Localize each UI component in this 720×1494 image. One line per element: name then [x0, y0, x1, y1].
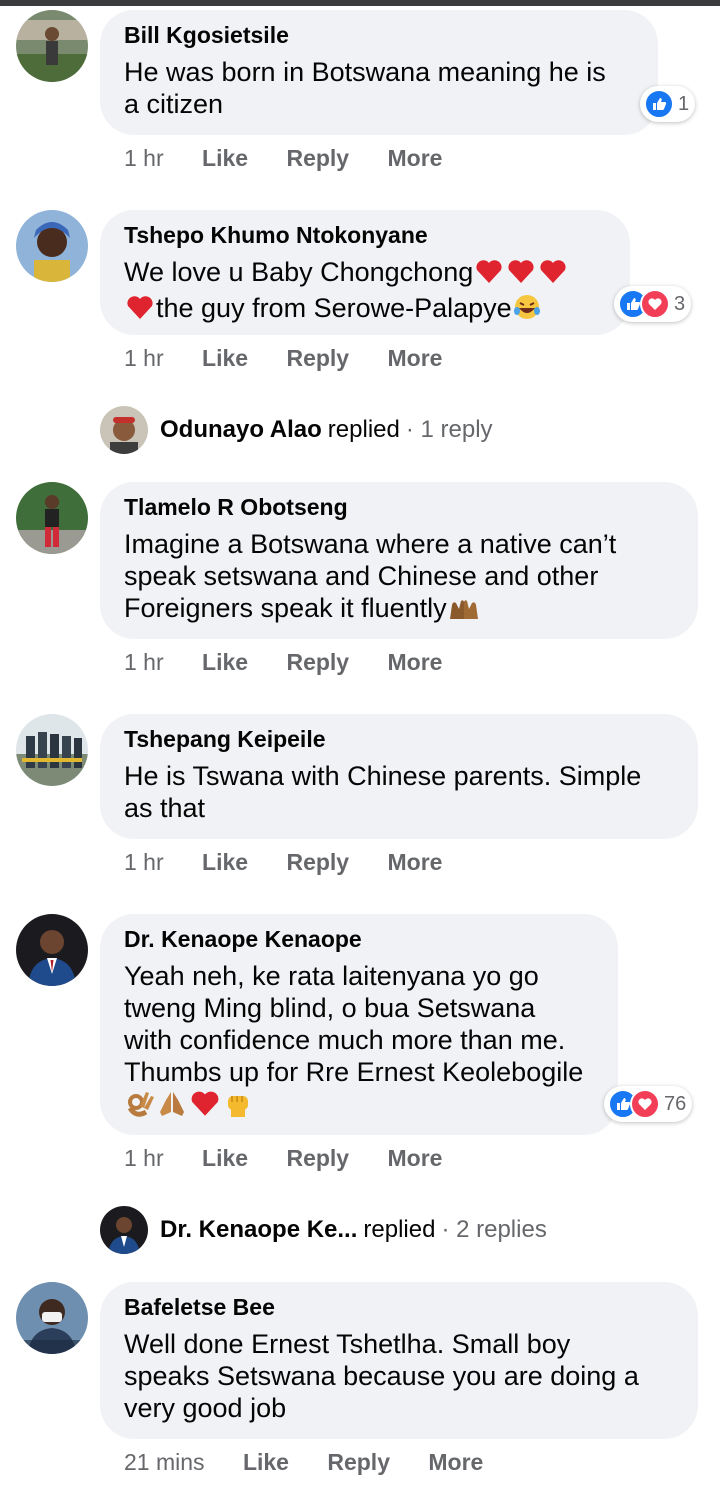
comment-time[interactable]: 1 hr	[124, 649, 164, 676]
comment-actions: 1 hr Like Reply More	[124, 145, 474, 172]
like-button[interactable]: Like	[202, 145, 248, 172]
comment-bubble: Dr. Kenaope Kenaope Yeah neh, ke rata la…	[100, 914, 618, 1135]
reaction-count: 1	[678, 92, 690, 115]
view-replies-link[interactable]: Dr. Kenaope Ke... replied · 2 replies	[100, 1206, 547, 1254]
comment-text: Yeah neh, ke rata laitenyana yo go tweng…	[124, 960, 594, 1125]
comment-author[interactable]: Tshepang Keipeile	[124, 726, 674, 752]
reply-count: · 1 reply	[405, 416, 493, 443]
reply-count: · 2 replies	[441, 1216, 547, 1243]
comment-text: Imagine a Botswana where a native can’t …	[124, 528, 674, 628]
comment-text-line: the guy from Serowe-Palapye	[156, 293, 512, 323]
reply-button[interactable]: Reply	[286, 1145, 349, 1172]
comment-time[interactable]: 1 hr	[124, 849, 164, 876]
ok-hand-emoji-icon	[124, 1088, 156, 1125]
comment-author[interactable]: Dr. Kenaope Kenaope	[124, 926, 594, 952]
heart-emoji-icon	[124, 293, 156, 328]
comment-bubble: Tshepang Keipeile He is Tswana with Chin…	[100, 714, 698, 839]
reply-button[interactable]: Reply	[286, 345, 349, 372]
reply-verb: replied	[327, 416, 400, 443]
comment-author[interactable]: Bafeletse Bee	[124, 1294, 674, 1320]
comment-actions: 21 mins Like Reply More	[124, 1449, 515, 1476]
reply-button[interactable]: Reply	[286, 849, 349, 876]
comment-author[interactable]: Bill Kgosietsile	[124, 22, 634, 48]
like-button[interactable]: Like	[202, 649, 248, 676]
reply-author: Dr. Kenaope Ke...	[160, 1216, 358, 1243]
like-reaction-icon	[644, 89, 674, 119]
comment-time[interactable]: 1 hr	[124, 1145, 164, 1172]
avatar[interactable]	[16, 210, 88, 282]
reaction-summary[interactable]: 1	[640, 86, 696, 122]
heart-emoji-icon	[188, 1088, 222, 1125]
comment-bubble: Bill Kgosietsile He was born in Botswana…	[100, 10, 658, 135]
comment-bubble: Tshepo Khumo Ntokonyane We love u Baby C…	[100, 210, 630, 335]
love-reaction-icon	[630, 1089, 660, 1119]
comment-time[interactable]: 1 hr	[124, 145, 164, 172]
avatar[interactable]	[16, 10, 88, 82]
comment-time[interactable]: 1 hr	[124, 345, 164, 372]
more-button[interactable]: More	[387, 649, 442, 676]
heart-emoji-icon	[473, 257, 569, 292]
like-button[interactable]: Like	[202, 1145, 248, 1172]
view-replies-link[interactable]: Odunayo Alao replied · 1 reply	[100, 406, 493, 454]
comment-text-line: We love u Baby Chongchong	[124, 257, 474, 287]
avatar	[100, 406, 148, 454]
comment-text: He was born in Botswana meaning he is a …	[124, 57, 606, 119]
more-button[interactable]: More	[428, 1449, 483, 1476]
comment-author[interactable]: Tshepo Khumo Ntokonyane	[124, 222, 606, 248]
like-button[interactable]: Like	[202, 849, 248, 876]
more-button[interactable]: More	[387, 849, 442, 876]
avatar[interactable]	[16, 1282, 88, 1354]
more-button[interactable]: More	[387, 345, 442, 372]
more-button[interactable]: More	[387, 145, 442, 172]
comment-time[interactable]: 21 mins	[124, 1449, 205, 1476]
comment-text-body: Imagine a Botswana where a native can’t …	[124, 529, 617, 623]
like-button[interactable]: Like	[202, 345, 248, 372]
comment-bubble: Tlamelo R Obotseng Imagine a Botswana wh…	[100, 482, 698, 639]
raised-hands-emoji-icon	[447, 595, 481, 628]
reply-button[interactable]: Reply	[286, 649, 349, 676]
comment-actions: 1 hr Like Reply More	[124, 849, 474, 876]
reaction-count: 3	[674, 292, 686, 315]
comment-text: We love u Baby Chongchong the guy from Se…	[124, 256, 606, 328]
reaction-count: 76	[664, 1092, 687, 1115]
status-bar	[0, 0, 720, 6]
more-button[interactable]: More	[387, 1145, 442, 1172]
comment-actions: 1 hr Like Reply More	[124, 649, 474, 676]
folded-hands-emoji-icon	[156, 1088, 188, 1125]
comment-text: Well done Ernest Tshetlha. Small boy spe…	[124, 1329, 639, 1423]
comment-author[interactable]: Tlamelo R Obotseng	[124, 494, 674, 520]
avatar[interactable]	[16, 482, 88, 554]
avatar[interactable]	[16, 714, 88, 786]
raised-fist-emoji-icon	[222, 1088, 254, 1125]
reaction-summary[interactable]: 3	[614, 286, 692, 322]
laughing-emoji-icon	[512, 293, 542, 328]
avatar	[100, 1206, 148, 1254]
reply-button[interactable]: Reply	[327, 1449, 390, 1476]
reply-verb: replied	[363, 1216, 436, 1243]
comment-text-body: Yeah neh, ke rata laitenyana yo go tweng…	[124, 961, 584, 1087]
love-reaction-icon	[640, 289, 670, 319]
comment-actions: 1 hr Like Reply More	[124, 1145, 474, 1172]
comment-bubble: Bafeletse Bee Well done Ernest Tshetlha.…	[100, 1282, 698, 1439]
reply-author: Odunayo Alao	[160, 416, 322, 443]
comment-actions: 1 hr Like Reply More	[124, 345, 474, 372]
reaction-summary[interactable]: 76	[604, 1086, 693, 1122]
like-button[interactable]: Like	[243, 1449, 289, 1476]
comment-text: He is Tswana with Chinese parents. Simpl…	[124, 761, 642, 823]
avatar[interactable]	[16, 914, 88, 986]
reply-button[interactable]: Reply	[286, 145, 349, 172]
